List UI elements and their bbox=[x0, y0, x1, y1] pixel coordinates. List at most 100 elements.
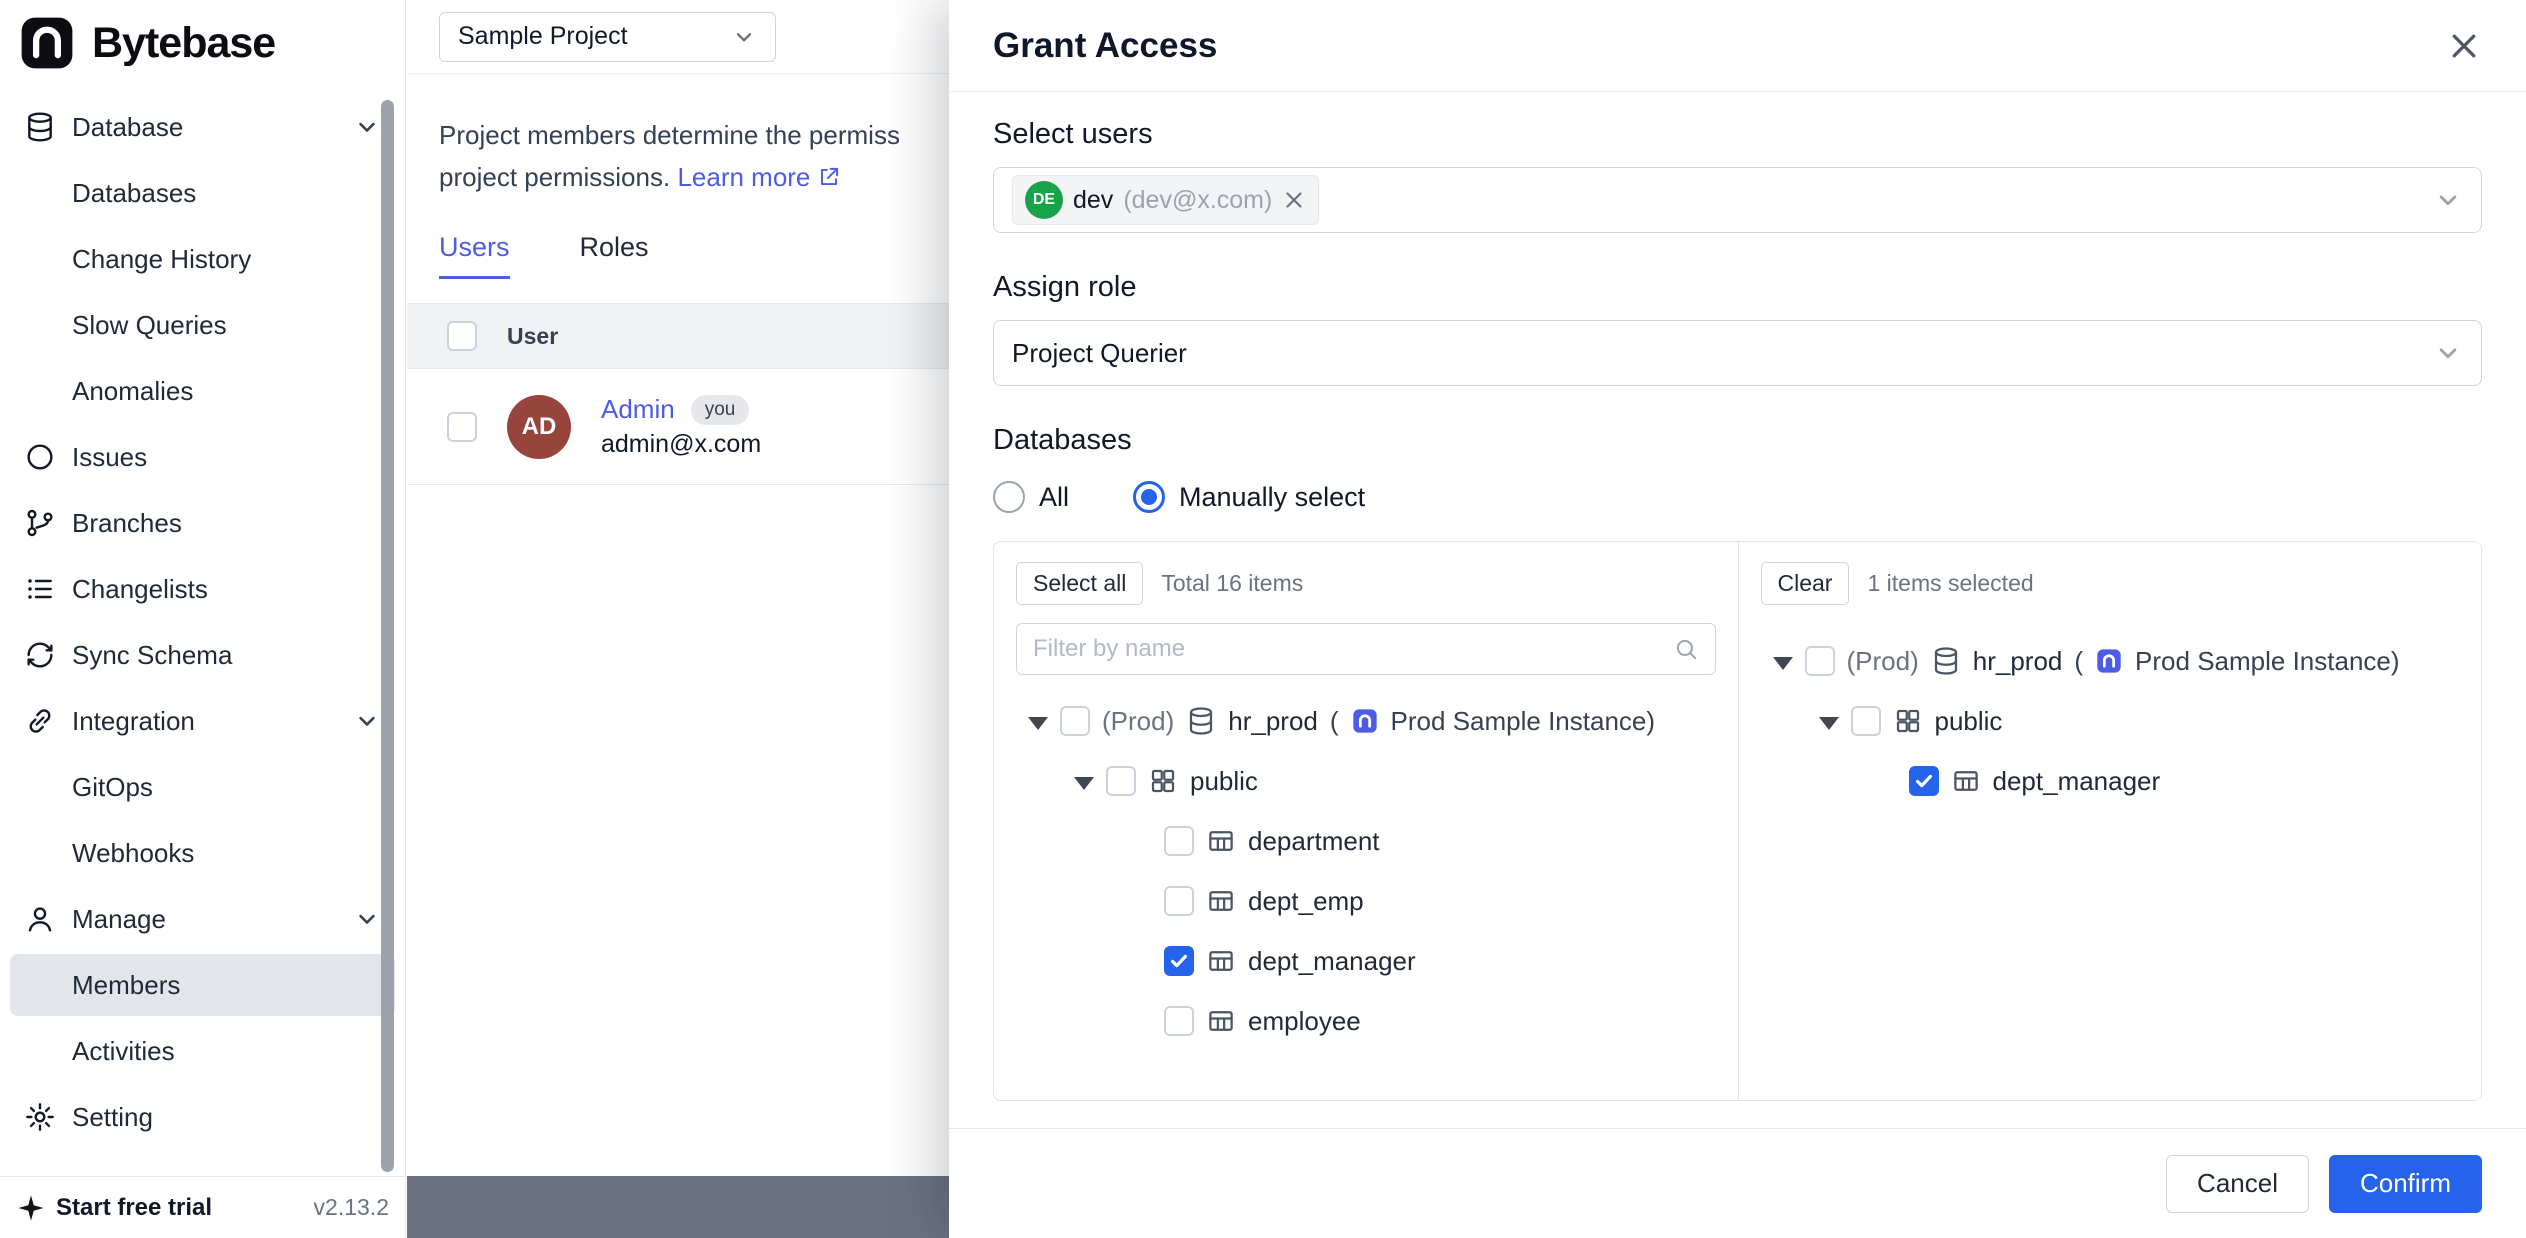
tree-node-public[interactable]: public bbox=[1016, 751, 1716, 811]
table-icon bbox=[1206, 886, 1236, 916]
tree-node-dept_manager[interactable]: dept_manager bbox=[1761, 751, 2460, 811]
sidebar-item-slow-queries[interactable]: Slow Queries bbox=[10, 294, 395, 356]
drawer-body: Select users DE dev (dev@x.com) Assign r… bbox=[949, 92, 2526, 1128]
tab-users[interactable]: Users bbox=[439, 232, 510, 279]
node-name: employee bbox=[1248, 1006, 1361, 1037]
checkbox[interactable] bbox=[1164, 886, 1194, 916]
checkbox[interactable] bbox=[1805, 646, 1835, 676]
changelist-icon bbox=[24, 573, 56, 605]
sidebar-item-integration[interactable]: Integration bbox=[10, 690, 395, 752]
filter-field[interactable] bbox=[1016, 623, 1716, 675]
tree-node-hr_prod[interactable]: (Prod)hr_prod(Prod Sample Instance) bbox=[1016, 691, 1716, 751]
sidebar-scrollbar[interactable] bbox=[381, 100, 394, 1172]
checkbox[interactable] bbox=[1106, 766, 1136, 796]
tree-node-department[interactable]: department bbox=[1016, 811, 1716, 871]
tree-node-dept_emp[interactable]: dept_emp bbox=[1016, 871, 1716, 931]
project-selector[interactable]: Sample Project bbox=[439, 12, 776, 62]
expand-caret[interactable] bbox=[1074, 777, 1094, 790]
sidebar-item-label: Manage bbox=[72, 904, 166, 935]
chevron-down-icon bbox=[2433, 185, 2463, 215]
sidebar-item-label: Anomalies bbox=[72, 376, 193, 407]
chevron-down-icon bbox=[353, 707, 381, 735]
node-name: dept_emp bbox=[1248, 886, 1364, 917]
target-tree: (Prod)hr_prod(Prod Sample Instance)publi… bbox=[1761, 631, 2460, 811]
node-name: public bbox=[1935, 706, 2003, 737]
start-free-trial-link[interactable]: Start free trial bbox=[56, 1194, 212, 1222]
checkbox[interactable] bbox=[1164, 946, 1194, 976]
remove-user-icon[interactable] bbox=[1282, 188, 1306, 212]
instance-name: Prod Sample Instance) bbox=[2135, 646, 2399, 677]
transfer-target-panel: Clear 1 items selected (Prod)hr_prod(Pro… bbox=[1738, 542, 2482, 1100]
checkbox[interactable] bbox=[1909, 766, 1939, 796]
sidebar-item-label: Sync Schema bbox=[72, 640, 232, 671]
expand-caret[interactable] bbox=[1773, 657, 1793, 670]
assign-role-label: Assign role bbox=[993, 271, 2482, 304]
tab-roles[interactable]: Roles bbox=[580, 232, 649, 279]
integration-icon bbox=[24, 705, 56, 737]
drawer-header: Grant Access bbox=[949, 0, 2526, 92]
sidebar-item-issues[interactable]: Issues bbox=[10, 426, 395, 488]
checkbox[interactable] bbox=[1164, 826, 1194, 856]
learn-more-link[interactable]: Learn more bbox=[677, 156, 842, 198]
filter-input[interactable] bbox=[1033, 635, 1663, 663]
tree-node-public[interactable]: public bbox=[1761, 691, 2460, 751]
close-icon[interactable] bbox=[2446, 28, 2482, 64]
radio-all-label: All bbox=[1039, 482, 1069, 513]
sidebar-item-label: Issues bbox=[72, 442, 147, 473]
sidebar-item-database[interactable]: Database bbox=[10, 96, 395, 158]
sidebar-item-webhooks[interactable]: Webhooks bbox=[10, 822, 395, 884]
search-icon bbox=[1673, 636, 1699, 662]
node-name: hr_prod bbox=[1228, 706, 1318, 737]
sidebar-item-gitops[interactable]: GitOps bbox=[10, 756, 395, 818]
sidebar-item-label: Slow Queries bbox=[72, 310, 227, 341]
sidebar-item-members[interactable]: Members bbox=[10, 954, 395, 1016]
confirm-button[interactable]: Confirm bbox=[2329, 1155, 2482, 1213]
bytebase-icon bbox=[1351, 707, 1379, 735]
bytebase-logo-icon bbox=[18, 14, 76, 72]
radio-manually-select[interactable]: Manually select bbox=[1133, 481, 1365, 513]
tree-node-dept_manager[interactable]: dept_manager bbox=[1016, 931, 1716, 991]
node-name: dept_manager bbox=[1248, 946, 1416, 977]
checkbox[interactable] bbox=[1851, 706, 1881, 736]
radio-all[interactable]: All bbox=[993, 481, 1069, 513]
sidebar-item-branches[interactable]: Branches bbox=[10, 492, 395, 554]
users-select[interactable]: DE dev (dev@x.com) bbox=[993, 167, 2482, 233]
node-name: hr_prod bbox=[1973, 646, 2063, 677]
sidebar-item-label: Webhooks bbox=[72, 838, 194, 869]
drawer-footer: Cancel Confirm bbox=[949, 1128, 2526, 1238]
database-transfer: Select all Total 16 items (Prod)hr_prod(… bbox=[993, 541, 2482, 1101]
tree-node-hr_prod[interactable]: (Prod)hr_prod(Prod Sample Instance) bbox=[1761, 631, 2460, 691]
expand-caret[interactable] bbox=[1819, 717, 1839, 730]
app-logo[interactable]: Bytebase bbox=[0, 0, 405, 86]
sidebar-item-sync-schema[interactable]: Sync Schema bbox=[10, 624, 395, 686]
selected-count-label: 1 items selected bbox=[1867, 570, 2033, 597]
chip-user-email: (dev@x.com) bbox=[1123, 186, 1272, 215]
chevron-down-icon bbox=[353, 905, 381, 933]
select-all-checkbox[interactable] bbox=[447, 321, 477, 351]
role-select[interactable]: Project Querier bbox=[993, 320, 2482, 386]
sidebar-item-changelists[interactable]: Changelists bbox=[10, 558, 395, 620]
sidebar-item-setting[interactable]: Setting bbox=[10, 1086, 395, 1148]
row-checkbox[interactable] bbox=[447, 412, 477, 442]
user-name-link[interactable]: Admin bbox=[601, 394, 675, 425]
sidebar-item-databases[interactable]: Databases bbox=[10, 162, 395, 224]
checkbox[interactable] bbox=[1060, 706, 1090, 736]
sidebar-item-anomalies[interactable]: Anomalies bbox=[10, 360, 395, 422]
sidebar-item-manage[interactable]: Manage bbox=[10, 888, 395, 950]
avatar: AD bbox=[507, 395, 571, 459]
description-line-2: project permissions. bbox=[439, 162, 670, 192]
sidebar-item-activities[interactable]: Activities bbox=[10, 1020, 395, 1082]
sparkle-icon bbox=[16, 1193, 46, 1223]
select-all-button[interactable]: Select all bbox=[1016, 562, 1143, 605]
checkbox[interactable] bbox=[1164, 1006, 1194, 1036]
sidebar-item-label: GitOps bbox=[72, 772, 153, 803]
expand-caret[interactable] bbox=[1028, 717, 1048, 730]
role-select-value: Project Querier bbox=[1012, 338, 1187, 369]
table-icon bbox=[1206, 1006, 1236, 1036]
instance-open-paren: ( bbox=[2074, 646, 2083, 677]
tree-node-employee[interactable]: employee bbox=[1016, 991, 1716, 1051]
sidebar-item-change-history[interactable]: Change History bbox=[10, 228, 395, 290]
cancel-button[interactable]: Cancel bbox=[2166, 1155, 2309, 1213]
branch-icon bbox=[24, 507, 56, 539]
clear-button[interactable]: Clear bbox=[1761, 562, 1850, 605]
